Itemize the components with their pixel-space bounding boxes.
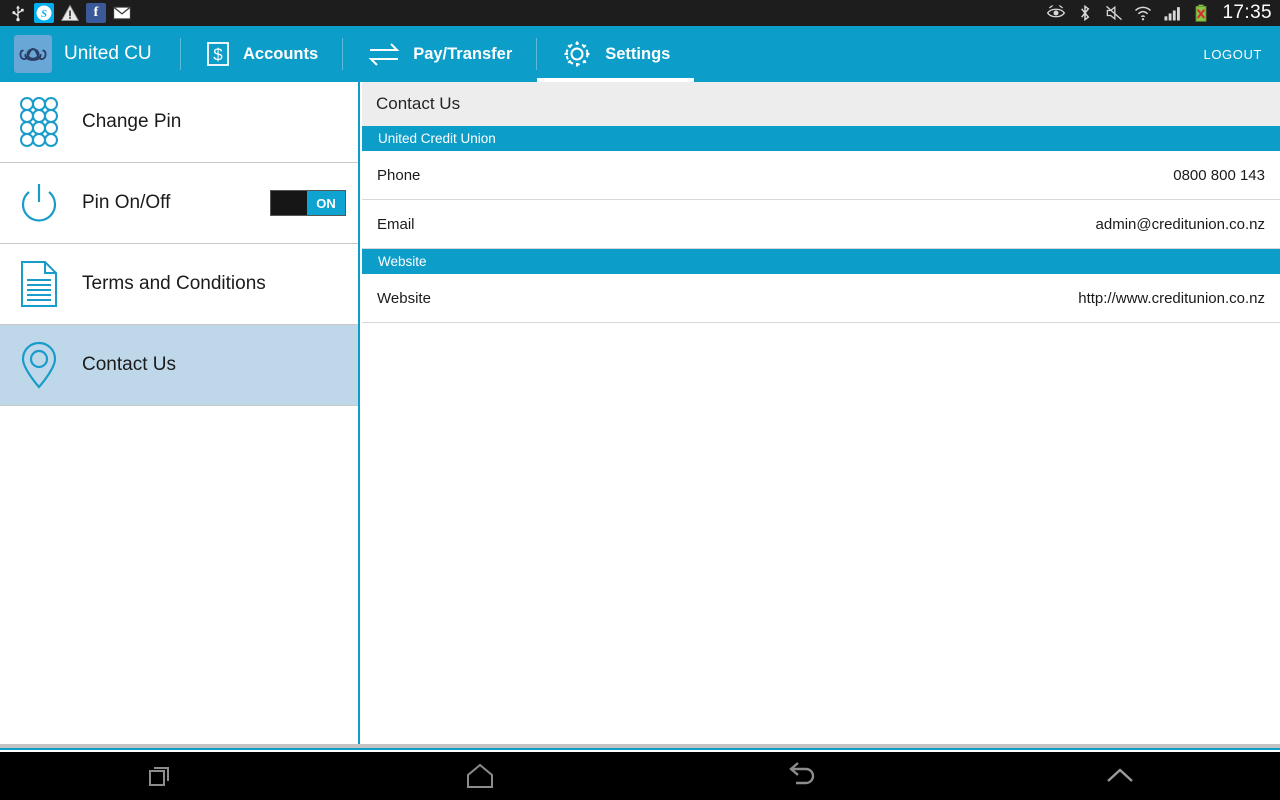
app-bottom-strip — [0, 744, 1280, 750]
svg-text:$: $ — [213, 45, 223, 64]
contact-row-phone[interactable]: Phone 0800 800 143 — [362, 151, 1280, 200]
device-screen: S f 17:35 United CU $ Accounts Pay/Trans… — [0, 0, 1280, 800]
section-header-united-credit-union: United Credit Union — [362, 126, 1280, 151]
nav-item-pay-transfer-label: Pay/Transfer — [413, 44, 513, 63]
dollar-box-icon: $ — [207, 42, 229, 66]
contact-row-website-value: http://www.creditunion.co.nz — [1078, 289, 1265, 307]
sidebar-item-contact-us-label: Contact Us — [82, 354, 176, 375]
page-title: Contact Us — [362, 82, 1280, 126]
app-content: Change Pin Pin On/Off ON Terms and Condi… — [0, 82, 1280, 750]
app-brand[interactable]: United CU — [0, 26, 180, 82]
home-icon — [467, 763, 493, 788]
nav-item-accounts[interactable]: $ Accounts — [181, 26, 342, 82]
wifi-icon — [1135, 6, 1152, 21]
nav-item-settings[interactable]: Settings — [537, 26, 695, 82]
cellular-signal-icon — [1164, 7, 1181, 21]
sidebar-item-terms-label: Terms and Conditions — [82, 273, 266, 294]
status-bar-notification-icons: S f — [8, 3, 132, 23]
battery-icon — [1196, 4, 1207, 22]
keypad-dots-icon — [10, 94, 68, 150]
email-icon — [113, 6, 131, 20]
android-navigation-bar — [0, 752, 1280, 800]
back-button[interactable] — [640, 752, 960, 800]
smart-stay-eye-icon — [1047, 5, 1066, 18]
sidebar-item-pin-on-off-label: Pin On/Off — [82, 192, 171, 213]
home-button[interactable] — [320, 752, 640, 800]
expand-up-button[interactable] — [960, 752, 1280, 800]
contact-row-phone-value: 0800 800 143 — [1173, 166, 1265, 184]
android-status-bar: S f 17:35 — [0, 0, 1280, 26]
nav-item-accounts-label: Accounts — [243, 44, 319, 63]
pin-toggle-switch[interactable]: ON — [270, 190, 346, 216]
sidebar-item-pin-on-off[interactable]: Pin On/Off ON — [0, 163, 358, 244]
sidebar-item-terms-and-conditions[interactable]: Terms and Conditions — [0, 244, 358, 325]
contact-row-email[interactable]: Email admin@creditunion.co.nz — [362, 200, 1280, 249]
transfer-arrows-icon — [368, 43, 400, 66]
contact-row-website-label: Website — [377, 289, 431, 307]
recent-apps-icon — [149, 767, 169, 786]
facebook-icon: f — [86, 3, 106, 23]
chevron-up-icon — [1107, 768, 1133, 782]
app-title: United CU — [64, 43, 152, 64]
united-cu-logo — [14, 35, 52, 73]
sound-muted-icon — [1106, 5, 1123, 21]
contact-row-email-value: admin@creditunion.co.nz — [1095, 215, 1265, 233]
skype-icon: S — [34, 3, 54, 23]
status-bar-system-icons: 17:35 — [1046, 2, 1272, 24]
warning-icon — [60, 4, 80, 21]
app-action-bar: United CU $ Accounts Pay/Transfer Settin… — [0, 26, 1280, 82]
recent-apps-button[interactable] — [0, 752, 320, 800]
document-icon — [10, 256, 68, 312]
contact-row-email-label: Email — [377, 215, 415, 233]
sidebar-item-change-pin[interactable]: Change Pin — [0, 82, 358, 163]
section-header-website: Website — [362, 249, 1280, 274]
gear-icon — [564, 41, 590, 67]
logout-button[interactable]: LOGOUT — [1204, 26, 1280, 82]
bluetooth-icon — [1081, 4, 1090, 22]
map-pin-icon — [10, 337, 68, 393]
settings-sidebar: Change Pin Pin On/Off ON Terms and Condi… — [0, 82, 360, 750]
usb-icon — [12, 5, 24, 22]
pin-toggle-state-label: ON — [307, 191, 345, 215]
contact-row-phone-label: Phone — [377, 166, 421, 184]
nav-item-settings-label: Settings — [605, 44, 671, 63]
contact-row-website[interactable]: Website http://www.creditunion.co.nz — [362, 274, 1280, 323]
power-icon — [10, 175, 68, 231]
contact-us-pane: Contact Us United Credit Union Phone 080… — [362, 82, 1280, 750]
sidebar-item-change-pin-label: Change Pin — [82, 111, 182, 132]
status-bar-clock: 17:35 — [1222, 2, 1272, 23]
back-arrow-icon — [789, 762, 815, 785]
nav-item-pay-transfer[interactable]: Pay/Transfer — [343, 26, 536, 82]
svg-text:S: S — [41, 9, 47, 20]
sidebar-item-contact-us[interactable]: Contact Us — [0, 325, 358, 406]
